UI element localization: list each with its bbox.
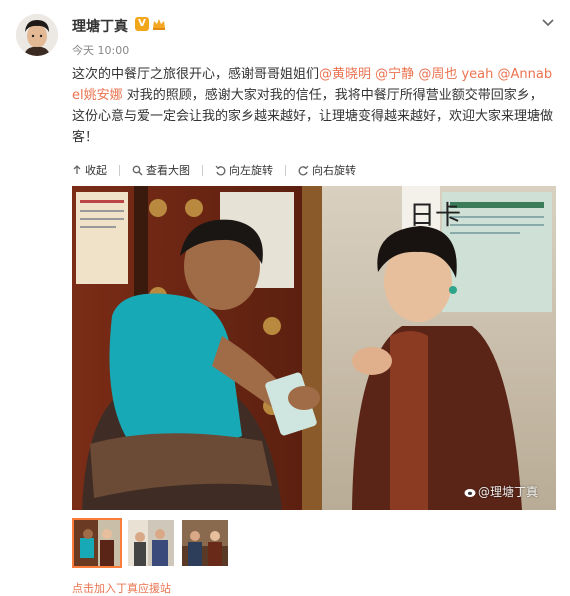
mention-link[interactable]: @黄晓明 (319, 67, 371, 82)
thumbnail-2[interactable] (126, 518, 176, 568)
collapse-label: 收起 (85, 164, 107, 177)
weibo-logo-icon (464, 488, 476, 497)
mention-link[interactable]: @宁静 (375, 67, 414, 82)
post-photo[interactable]: 日卡 @理塘丁真 (72, 186, 556, 510)
chevron-down-icon[interactable] (540, 14, 556, 30)
greeting-scene-illustration: 日卡 (72, 186, 556, 510)
mention-link[interactable]: yeah (461, 67, 493, 82)
avatar-portrait-icon (16, 14, 58, 56)
verified-badge[interactable]: V (135, 17, 149, 31)
image-toolbar: 收起 查看大图 向左旋转 向右旋转 (72, 160, 368, 180)
photo-watermark: @理塘丁真 (464, 483, 538, 500)
thumbnail-strip (72, 518, 234, 568)
rotate-right-button[interactable]: 向右旋转 (298, 162, 356, 178)
rotate-right-icon (298, 165, 309, 175)
view-large-label: 查看大图 (146, 164, 190, 177)
watermark-text: @理塘丁真 (477, 485, 538, 499)
post-text: 这次的中餐厅之旅很开心，感谢哥哥姐姐们@黄晓明 @宁静 @周也 yeah @An… (72, 64, 554, 148)
thumbnail-image (128, 520, 174, 566)
thumbnail-image (74, 520, 120, 566)
collapse-button[interactable]: 收起 (72, 162, 107, 178)
thumbnail-3[interactable] (180, 518, 230, 568)
toolbar-divider (285, 164, 286, 176)
avatar[interactable] (16, 14, 58, 56)
rotate-left-icon (215, 165, 226, 175)
post-text-segment: 对我的照顾，感谢大家对我的信任，我将中餐厅所得营业额交带回家乡，这份心意与爱一定… (72, 88, 554, 145)
collapse-arrow-icon (73, 165, 81, 174)
member-crown-icon[interactable] (151, 16, 167, 32)
rotate-left-label: 向左旋转 (229, 164, 273, 177)
mention-link[interactable]: @周也 (418, 67, 457, 82)
post-timestamp[interactable]: 今天 10:00 (72, 42, 129, 58)
thumbnail-image (182, 520, 228, 566)
thumbnail-1[interactable] (72, 518, 122, 568)
toolbar-divider (202, 164, 203, 176)
toolbar-divider (119, 164, 120, 176)
post-text-segment: 这次的中餐厅之旅很开心，感谢哥哥姐姐们 (72, 67, 320, 82)
rotate-right-label: 向右旋转 (312, 164, 356, 177)
view-large-button[interactable]: 查看大图 (132, 162, 190, 178)
magnify-icon (132, 165, 143, 175)
rotate-left-button[interactable]: 向左旋转 (215, 162, 273, 178)
fan-club-link[interactable]: 点击加入丁真应援站 (72, 580, 171, 596)
weibo-post: 理塘丁真 V 今天 10:00 这次的中餐厅之旅很开心，感谢哥哥姐姐们@黄晓明 … (0, 0, 570, 595)
author-name[interactable]: 理塘丁真 (72, 16, 128, 36)
